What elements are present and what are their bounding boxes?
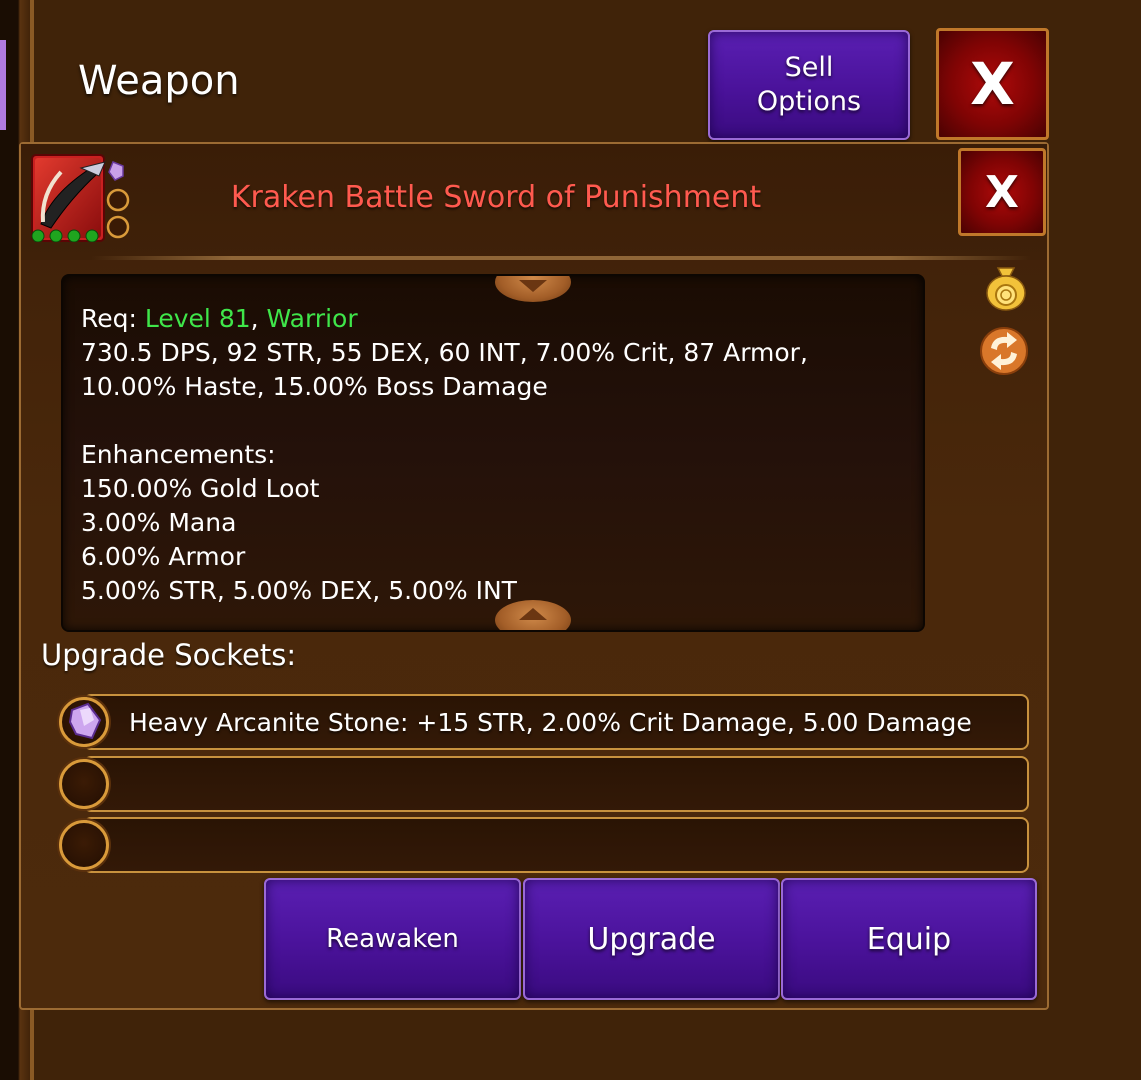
req-class: Warrior <box>266 304 358 333</box>
sell-options-button[interactable]: Sell Options <box>708 30 910 140</box>
socket-slot-2[interactable] <box>59 759 109 809</box>
close-panel-button[interactable]: X <box>936 28 1049 140</box>
stat-line: 730.5 DPS, 92 STR, 55 DEX, 60 INT, 7.00%… <box>81 338 808 367</box>
socket-slot-1[interactable] <box>59 697 109 747</box>
gem-slot-empty-icon <box>106 215 130 239</box>
equip-button[interactable]: Equip <box>781 878 1037 1000</box>
enhancements-heading: Enhancements: <box>81 440 276 469</box>
enhancement-line: 150.00% Gold Loot <box>81 474 320 503</box>
upgrade-pip-icon <box>85 229 99 242</box>
req-level: Level 81 <box>144 304 251 333</box>
stat-line: 10.00% Haste, 15.00% Boss Damage <box>81 372 548 401</box>
socket-text: Heavy Arcanite Stone: +15 STR, 2.00% Cri… <box>129 708 972 737</box>
enhancement-line: 5.00% STR, 5.00% DEX, 5.00% INT <box>81 576 517 605</box>
socket-row[interactable]: Heavy Arcanite Stone: +15 STR, 2.00% Cri… <box>83 694 1029 750</box>
enhancement-line: 6.00% Armor <box>81 542 246 571</box>
reawaken-button[interactable]: Reawaken <box>264 878 521 1000</box>
swap-icon[interactable] <box>979 326 1029 376</box>
req-separator: , <box>250 304 267 333</box>
scroll-down-button[interactable] <box>495 600 571 630</box>
item-name: Kraken Battle Sword of Punishment <box>230 180 762 215</box>
gold-bag-icon[interactable] <box>981 262 1031 312</box>
game-screen: Weapon Sell Options X Kraken Battle Swor… <box>0 0 1141 1080</box>
crystal-gem-icon <box>68 702 102 740</box>
header-divider <box>91 256 1031 260</box>
close-item-button[interactable]: X <box>958 148 1046 236</box>
scroll-up-button[interactable] <box>495 276 571 302</box>
item-stats-text: Req: Level 81, Warrior 730.5 DPS, 92 STR… <box>81 302 808 608</box>
socket-row[interactable] <box>83 756 1029 812</box>
gem-slot-filled-icon <box>108 161 124 181</box>
socket-row[interactable] <box>83 817 1029 873</box>
upgrade-pip-icon <box>49 229 63 242</box>
upgrade-pip-icon <box>67 229 81 242</box>
item-stats-box[interactable]: Req: Level 81, Warrior 730.5 DPS, 92 STR… <box>61 274 925 632</box>
chevron-up-icon <box>519 608 547 620</box>
upgrade-sockets-title: Upgrade Sockets: <box>41 638 297 672</box>
chevron-down-icon <box>519 280 547 292</box>
enhancement-line: 3.00% Mana <box>81 508 237 537</box>
upgrade-button[interactable]: Upgrade <box>523 878 780 1000</box>
socket-slot-3[interactable] <box>59 820 109 870</box>
req-prefix: Req: <box>81 304 145 333</box>
item-detail-card: Kraken Battle Sword of Punishment X Req:… <box>19 142 1049 1010</box>
panel-title: Weapon <box>78 58 240 104</box>
upgrade-pip-icon <box>31 229 45 242</box>
